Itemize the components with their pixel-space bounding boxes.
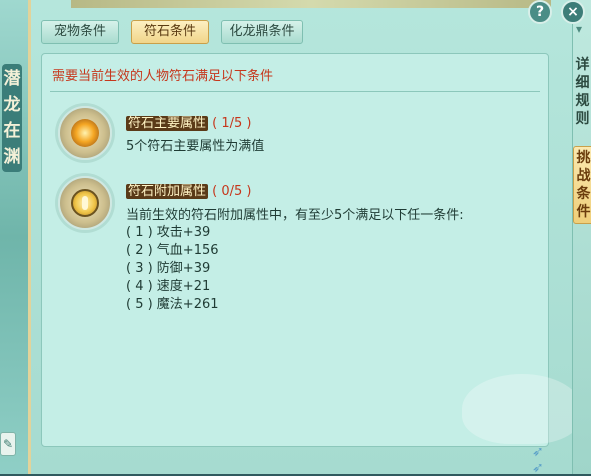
rune1-description: 5个符石主要属性为满值 — [126, 139, 265, 154]
condition-item: ( 5 ) 魔法+261 — [126, 297, 219, 312]
rune1-progress: ( 1/5 ) — [212, 116, 252, 131]
dialog-window: 宠物条件 符石条件 化龙鼎条件 需要当前生效的人物符石满足以下条件 符石主要属性… — [28, 0, 582, 476]
right-side-strip: ▾ 详细规则 挑战条件 — [572, 0, 591, 474]
conditions-panel: 需要当前生效的人物符石满足以下条件 符石主要属性 ( 1/5 ) 5个符石主要属… — [41, 53, 582, 476]
condition-item: ( 3 ) 防御+39 — [126, 261, 211, 276]
rune2-name: 符石附加属性 — [126, 184, 209, 199]
condition-item: ( 4 ) 速度+21 — [126, 279, 211, 294]
pencil-icon[interactable]: ✎ — [0, 432, 16, 456]
left-decor-strip: 潜龙在渊 ✎ — [0, 0, 30, 474]
panel-divider — [50, 91, 540, 92]
lotus-decoration — [462, 374, 582, 444]
help-icon[interactable]: ? — [528, 0, 552, 24]
panel-title: 需要当前生效的人物符石满足以下条件 — [52, 69, 274, 84]
condition-item: ( 1 ) 攻击+39 — [126, 225, 211, 240]
top-gold-border — [71, 0, 551, 8]
tab-rune-conditions[interactable]: 符石条件 — [131, 20, 209, 44]
rune2-heading: 符石附加属性 ( 0/5 ) — [126, 180, 252, 199]
chevron-down-icon: ▾ — [576, 22, 583, 36]
rune-main-attr-icon — [58, 106, 112, 160]
fish-decoration-icon: ➶ ➶ — [532, 444, 544, 476]
left-vertical-title: 潜龙在渊 — [2, 64, 22, 172]
tab-pet-conditions[interactable]: 宠物条件 — [41, 20, 119, 44]
side-tab-challenge-conditions[interactable]: 挑战条件 — [573, 146, 591, 224]
close-icon[interactable]: × — [561, 0, 585, 24]
condition-item: ( 2 ) 气血+156 — [126, 243, 219, 258]
rune1-heading: 符石主要属性 ( 1/5 ) — [126, 112, 252, 131]
tab-dragon-cauldron-conditions[interactable]: 化龙鼎条件 — [221, 20, 303, 44]
rune-extra-attr-icon — [58, 176, 112, 230]
side-tab-detail-rules[interactable]: 详细规则 — [573, 56, 591, 128]
rune1-name: 符石主要属性 — [126, 116, 209, 131]
rune2-progress: ( 0/5 ) — [212, 184, 252, 199]
